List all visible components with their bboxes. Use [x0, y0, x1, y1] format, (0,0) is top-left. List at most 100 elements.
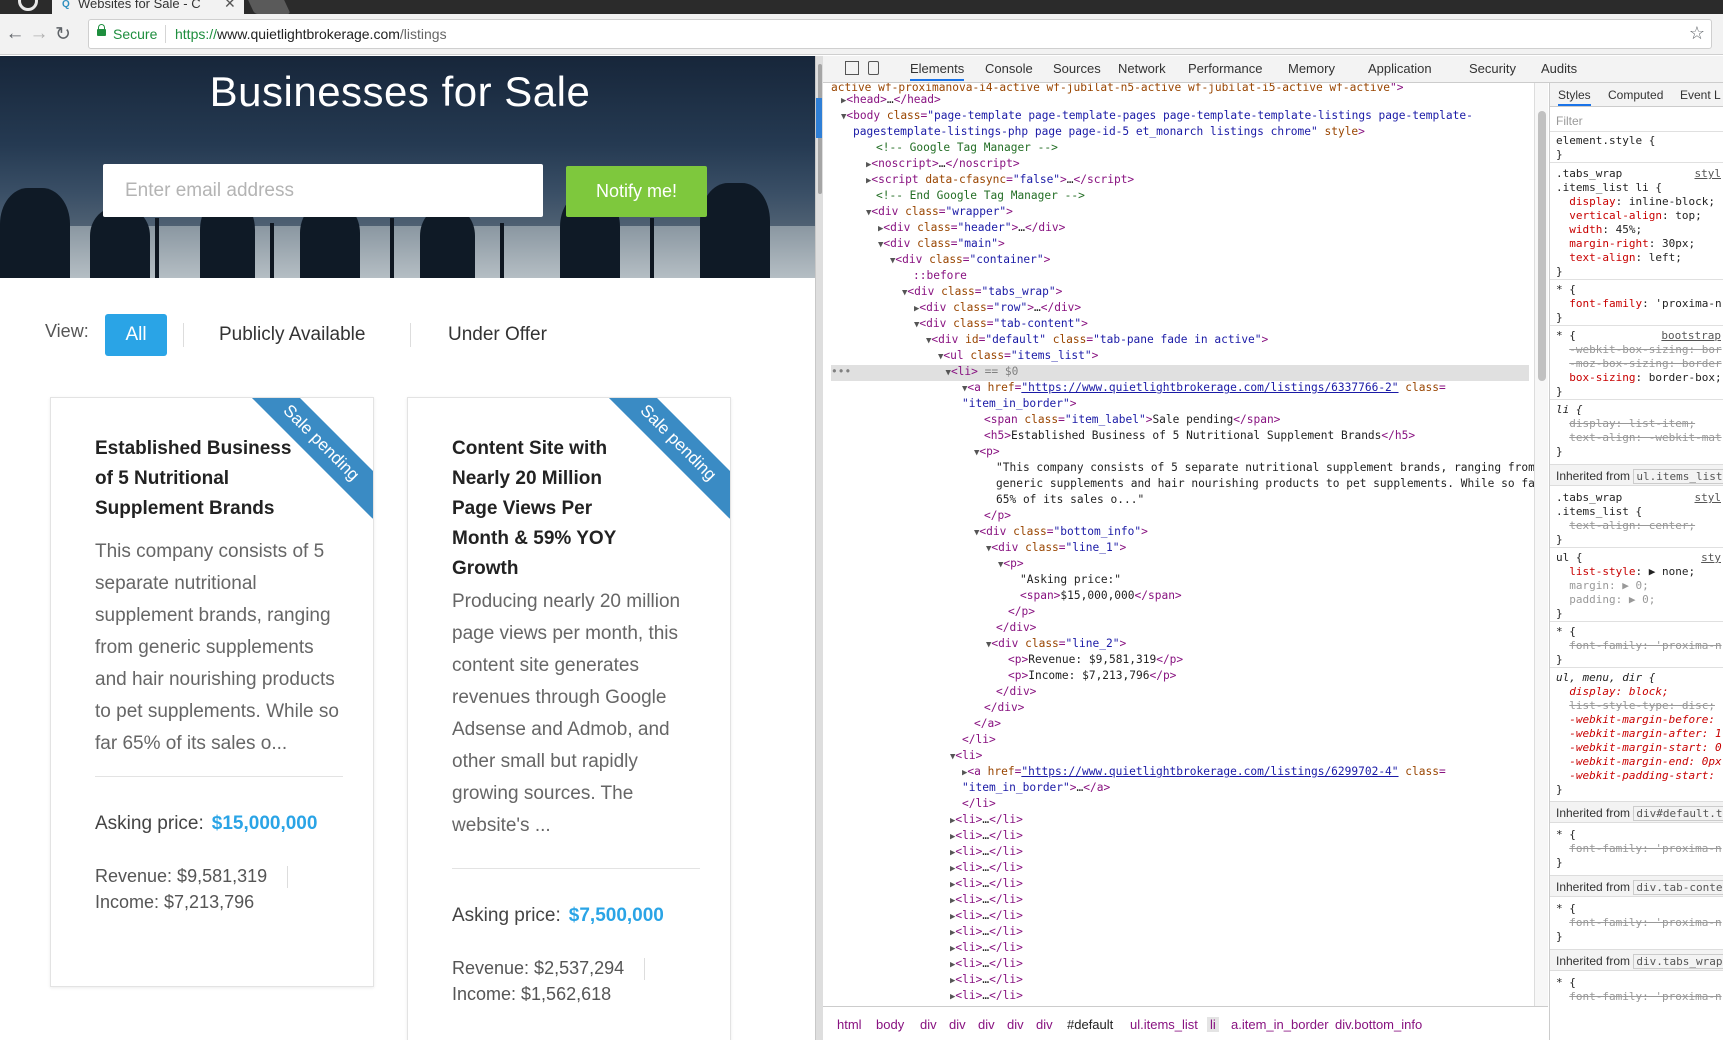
styles-filter-input[interactable]: Filter [1556, 114, 1583, 128]
dom-line[interactable]: ▼<div id="default" class="tab-pane fade … [926, 332, 1268, 349]
dom-line-selected[interactable]: ••• ▼<li> == $0 [831, 364, 1018, 381]
dom-line[interactable]: ▶<div class="header">…</div> [878, 220, 1065, 237]
css-prop[interactable]: vertical-align: top; [1556, 209, 1701, 223]
dom-line[interactable]: ▼<div class="wrapper"> [866, 204, 1013, 221]
dom-scrollbar[interactable] [1534, 83, 1548, 1006]
new-tab-button[interactable] [245, 0, 291, 14]
breadcrumb-item[interactable]: div [1007, 1017, 1024, 1032]
inspect-element-icon[interactable] [845, 61, 859, 75]
breadcrumb-item[interactable]: div.bottom_info [1335, 1017, 1422, 1032]
dom-line[interactable]: ▶<div class="row">…</div> [914, 300, 1081, 317]
device-toolbar-icon[interactable] [868, 61, 879, 75]
inherited-selector[interactable]: div.tabs_wrap [1633, 954, 1723, 969]
page-scrollbar[interactable] [815, 56, 823, 1040]
css-prop[interactable]: text-align: center; [1556, 519, 1695, 533]
dom-line[interactable]: ▼<a href="https://www.quietlightbrokerag… [962, 380, 1446, 397]
close-tab-icon[interactable]: ✕ [224, 0, 236, 12]
dom-line[interactable]: ▶<li>…</li> [950, 892, 1023, 909]
tab-under-offer[interactable]: Under Offer [448, 314, 547, 356]
css-prop[interactable]: -moz-box-sizing: border [1556, 357, 1721, 371]
css-prop[interactable]: -webkit-margin-start: 0 [1556, 741, 1721, 755]
css-prop[interactable]: -webkit-margin-after: 1 [1556, 727, 1721, 741]
breadcrumb-item[interactable]: a.item_in_border [1231, 1017, 1329, 1032]
bookmark-star-icon[interactable]: ☆ [1689, 23, 1705, 44]
tab-audits[interactable]: Audits [1541, 61, 1577, 76]
css-prop[interactable]: padding: ▶ 0; [1556, 593, 1655, 607]
tab-network[interactable]: Network [1118, 61, 1166, 76]
css-prop[interactable]: display: block; [1556, 685, 1668, 699]
tab-memory[interactable]: Memory [1288, 61, 1335, 76]
dom-line[interactable]: ▼<div class="container"> [890, 252, 1050, 269]
inherited-selector[interactable]: div.tab-conte [1633, 880, 1723, 895]
listing-card[interactable]: Sale pending Established Business of 5 N… [50, 397, 374, 987]
dom-line[interactable]: ▼<p> [974, 444, 1000, 461]
css-prop[interactable]: text-align: left; [1556, 251, 1682, 265]
breadcrumb-item[interactable]: ul.items_list [1130, 1017, 1198, 1032]
css-prop[interactable]: width: 45%; [1556, 223, 1642, 237]
css-prop[interactable]: font-family: 'proxima-n [1556, 297, 1721, 311]
css-source-link[interactable]: styl [1695, 167, 1722, 181]
address-bar[interactable]: Secure https://www.quietlightbrokerage.c… [88, 19, 1712, 49]
dom-line[interactable]: ▶<a href="https://www.quietlightbrokerag… [962, 764, 1446, 781]
url-text[interactable]: https://www.quietlightbrokerage.com/list… [175, 26, 447, 42]
dom-line[interactable]: ▼<body class="page-template page-templat… [841, 108, 1473, 125]
css-prop[interactable]: box-sizing: border-box; [1556, 371, 1721, 385]
browser-tab[interactable]: Q Websites for Sale - C ✕ [52, 0, 244, 14]
css-prop[interactable]: -webkit-box-sizing: bor [1556, 343, 1721, 357]
breadcrumb-item[interactable]: div [1036, 1017, 1053, 1032]
css-prop[interactable]: list-style: ▶ none; [1556, 565, 1695, 579]
dom-line[interactable]: <span>$15,000,000</span> [1020, 588, 1182, 604]
inherited-selector[interactable]: ul.items_list [1633, 469, 1723, 484]
notify-button[interactable]: Notify me! [566, 166, 707, 217]
dom-line[interactable]: ▶<li>…</li> [950, 828, 1023, 845]
dom-line[interactable]: ▼<div class="bottom_info"> [974, 524, 1148, 541]
tab-styles[interactable]: Styles [1558, 88, 1591, 106]
tab-application[interactable]: Application [1368, 61, 1432, 76]
dom-line[interactable]: ▶<li>…</li> [950, 908, 1023, 925]
dom-line[interactable]: ▼<ul class="items_list"> [938, 348, 1098, 365]
breadcrumb-item[interactable]: #default [1067, 1017, 1113, 1032]
tab-computed[interactable]: Computed [1608, 88, 1663, 102]
dom-line[interactable]: ▶<li>…</li> [950, 924, 1023, 941]
listing-card[interactable]: Sale pending Content Site with Nearly 20… [407, 397, 731, 1040]
dom-line[interactable]: ▶<li>…</li> [950, 972, 1023, 989]
dom-line[interactable]: <p>Income: $7,213,796</p> [1008, 668, 1176, 684]
tab-all[interactable]: All [105, 314, 167, 356]
css-prop[interactable]: margin-right: 30px; [1556, 237, 1695, 251]
tab-sources[interactable]: Sources [1053, 61, 1101, 76]
css-prop[interactable]: font-family: 'proxima-n [1556, 916, 1721, 930]
dom-tree[interactable]: active wf-proximanova-i4-active wf-jubil… [831, 83, 1548, 1006]
back-arrow-icon[interactable]: ← [4, 23, 26, 45]
css-prop[interactable]: -webkit-margin-before: [1556, 713, 1715, 727]
css-prop[interactable]: margin: ▶ 0; [1556, 579, 1648, 593]
dom-line[interactable]: ▼<li> [950, 748, 982, 765]
tab-publicly-available[interactable]: Publicly Available [219, 314, 365, 356]
css-source-link[interactable]: bootstrap [1661, 329, 1721, 343]
inherited-selector[interactable]: div#default.t [1633, 806, 1723, 821]
dom-line[interactable]: ▶<script data-cfasync="false">…</script> [866, 172, 1134, 189]
dom-line[interactable]: <p>Revenue: $9,581,319</p> [1008, 652, 1183, 668]
dom-scrollbar-thumb[interactable] [1538, 111, 1546, 381]
reload-icon[interactable]: ↻ [52, 23, 74, 46]
css-prop[interactable]: text-align: -webkit-mat [1556, 431, 1721, 445]
breadcrumb-item[interactable]: div [949, 1017, 966, 1032]
css-prop[interactable]: -webkit-margin-end: 0px [1556, 755, 1721, 769]
dom-line[interactable]: ▶<li>…</li> [950, 860, 1023, 877]
dom-line[interactable]: ▶<li>…</li> [950, 844, 1023, 861]
dom-line[interactable]: ▼<p> [998, 556, 1024, 573]
css-prop[interactable]: display: inline-block; [1556, 195, 1715, 209]
breadcrumb-item[interactable]: div [920, 1017, 937, 1032]
forward-arrow-icon[interactable]: → [28, 23, 50, 45]
breadcrumb-item-selected[interactable]: li [1207, 1017, 1219, 1032]
tab-performance[interactable]: Performance [1188, 61, 1262, 76]
css-source-link[interactable]: sty [1701, 551, 1721, 565]
email-input[interactable] [103, 164, 543, 217]
tab-event-listeners[interactable]: Event L [1680, 88, 1721, 102]
dom-line[interactable]: ▶<head>…</head> [841, 92, 941, 109]
listing-title[interactable]: Established Business of 5 Nutritional Su… [95, 434, 295, 524]
css-source-link[interactable]: styl [1695, 491, 1722, 505]
css-prop[interactable]: font-family: 'proxima-n [1556, 842, 1721, 856]
breadcrumb-item[interactable]: html [837, 1017, 862, 1032]
dom-line[interactable]: ▶<li>…</li> [950, 876, 1023, 893]
tab-elements[interactable]: Elements [910, 61, 965, 81]
